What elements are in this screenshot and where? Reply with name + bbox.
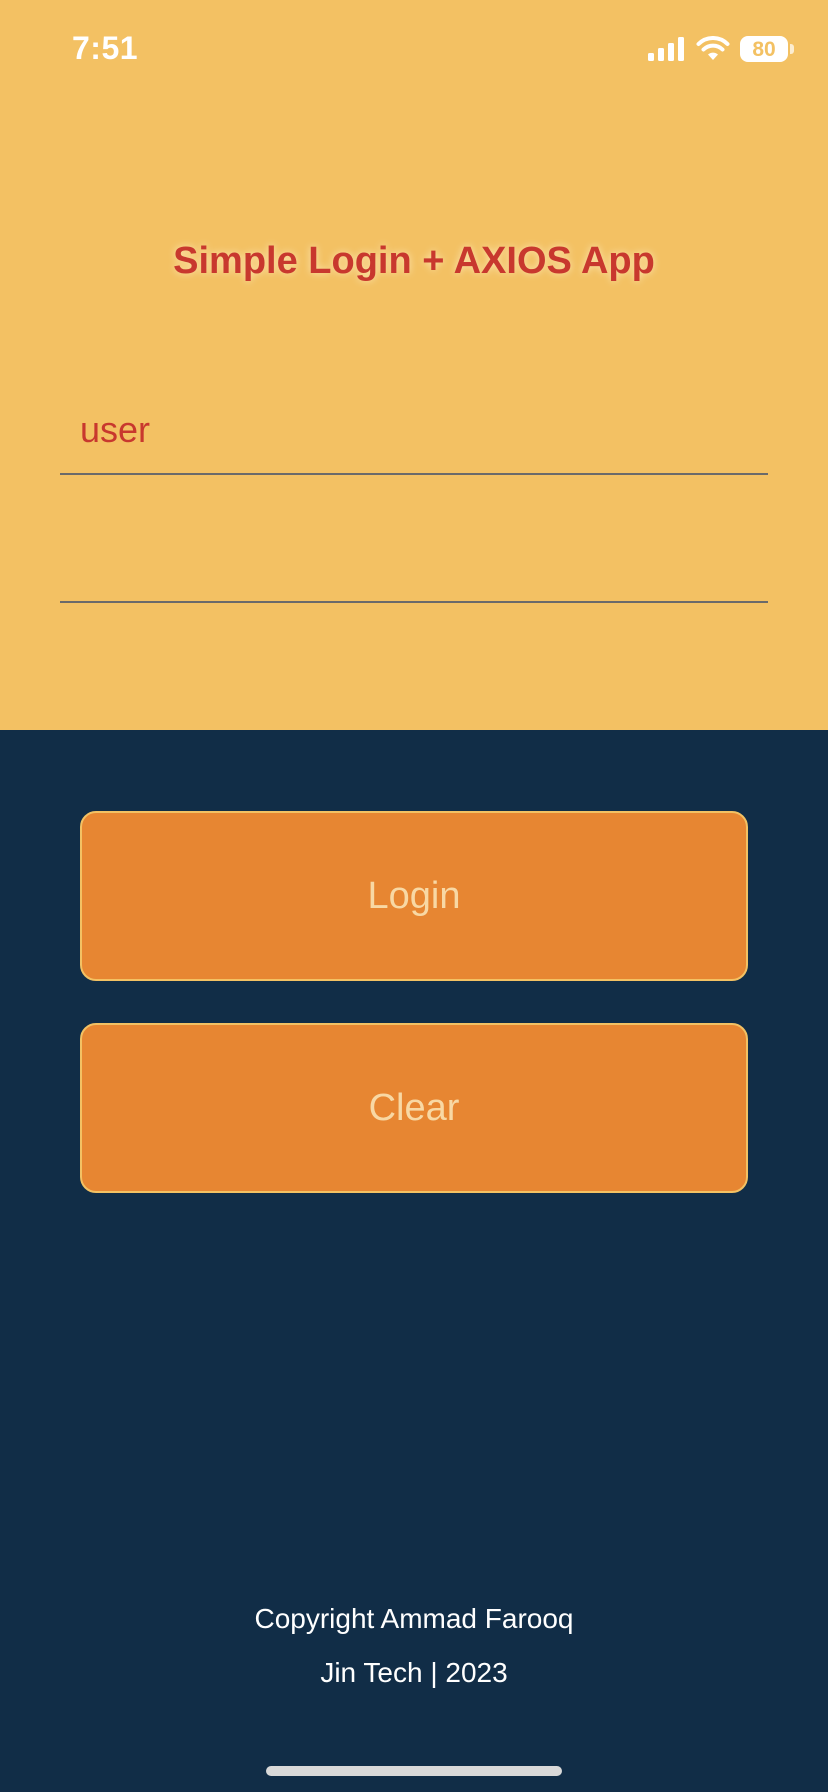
battery-icon: 80 xyxy=(740,36,788,62)
copyright-text: Copyright Ammad Farooq xyxy=(254,1603,574,1634)
login-button[interactable]: Login xyxy=(80,811,748,981)
page-title: Simple Login + AXIOS App xyxy=(173,240,655,282)
battery-level: 80 xyxy=(752,37,776,61)
status-icons: 80 xyxy=(648,34,794,64)
username-value[interactable]: user xyxy=(80,409,150,451)
password-field[interactable] xyxy=(60,533,768,603)
wifi-icon xyxy=(696,36,730,60)
home-indicator[interactable] xyxy=(266,1766,562,1776)
battery-cap xyxy=(790,44,794,54)
cellular-signal-icon xyxy=(648,37,684,61)
status-time: 7:51 xyxy=(72,30,139,66)
clear-button[interactable]: Clear xyxy=(80,1023,748,1193)
username-field[interactable]: user xyxy=(60,405,768,475)
company-year-text: Jin Tech | 2023 xyxy=(320,1657,508,1688)
header-section xyxy=(0,0,828,730)
